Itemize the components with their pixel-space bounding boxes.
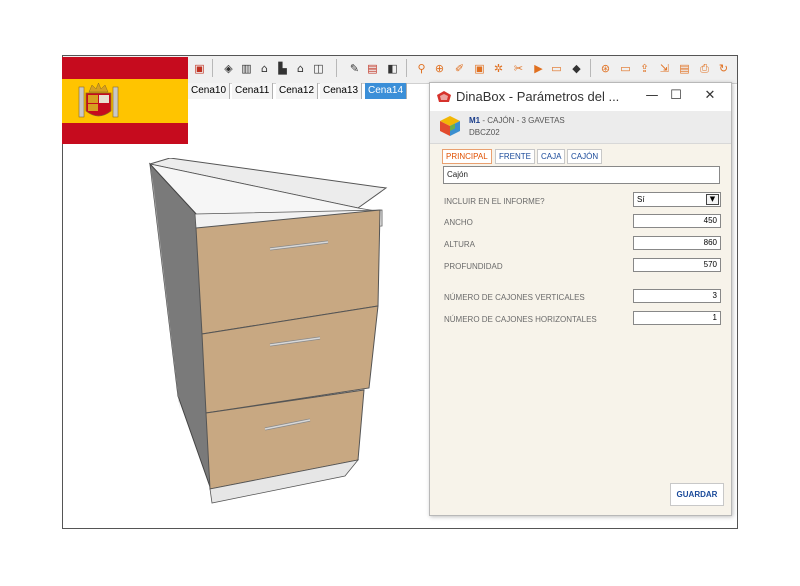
toolbar-separator xyxy=(406,59,407,77)
informe-value: Sí xyxy=(637,195,645,204)
gear-icon[interactable]: ✲ xyxy=(492,62,505,75)
informe-label: INCLUIR EN EL INFORME? xyxy=(444,197,545,206)
name-field[interactable]: Cajón xyxy=(443,166,720,184)
dialog-title: DinaBox - Parámetros del ... xyxy=(456,89,620,104)
module-code: M1 xyxy=(469,116,481,125)
ancho-input[interactable]: 450 xyxy=(633,214,721,228)
scene-tab-cena14[interactable]: Cena14 xyxy=(365,83,408,99)
toolbar-separator xyxy=(336,59,337,77)
dialog-body: PRINCIPAL FRENTE CAJA CAJÓN Cajón INCLUI… xyxy=(430,144,731,515)
save-button[interactable]: GUARDAR xyxy=(670,483,724,506)
upload-icon[interactable]: ⇪ xyxy=(638,62,651,75)
altura-input[interactable]: 860 xyxy=(633,236,721,250)
edit-icon[interactable]: ✐ xyxy=(453,62,466,75)
ancho-label: ANCHO xyxy=(444,218,473,227)
tab-frente[interactable]: FRENTE xyxy=(495,149,535,164)
informe-select[interactable]: Sí ▼ xyxy=(633,192,721,207)
house-icon[interactable]: ⌂ xyxy=(294,62,307,75)
refresh-icon[interactable]: ↻ xyxy=(717,62,730,75)
zoom-icon[interactable]: ⊕ xyxy=(433,62,446,75)
toolbar-separator xyxy=(590,59,591,77)
tab-principal[interactable]: PRINCIPAL xyxy=(442,149,492,164)
monitor-icon[interactable]: ▭ xyxy=(619,62,632,75)
toolbar-separator xyxy=(212,59,213,77)
dialog-titlebar[interactable]: DinaBox - Parámetros del ... — ☐ ✕ xyxy=(430,83,731,111)
settings-icon[interactable]: ▤ xyxy=(366,62,379,75)
sketchup-logo-icon xyxy=(437,91,451,102)
scene-tab-cena10[interactable]: Cena10 xyxy=(188,83,231,99)
select-icon[interactable]: ▣ xyxy=(473,62,486,75)
color-cube-icon[interactable]: ◆ xyxy=(570,62,583,75)
module-header: M1 - CAJÓN - 3 GAVETAS DBCZ02 xyxy=(430,111,731,144)
cajones-horizontales-input[interactable]: 1 xyxy=(633,311,721,325)
chevron-down-icon[interactable]: ▼ xyxy=(706,194,719,205)
module-sub: DBCZ02 xyxy=(469,128,500,137)
dinabox-dialog: DinaBox - Parámetros del ... — ☐ ✕ M1 - … xyxy=(429,82,732,516)
scene-tab-cena11[interactable]: Cena11 xyxy=(232,83,274,99)
dinabox-icon[interactable]: ✎ xyxy=(348,62,361,75)
tab-caja[interactable]: CAJA xyxy=(537,149,566,164)
color-cube-icon xyxy=(440,116,460,136)
home-icon[interactable]: ⌂ xyxy=(258,62,271,75)
cut-icon[interactable]: ✂ xyxy=(512,62,525,75)
print-icon[interactable]: ⎙ xyxy=(698,62,711,75)
altura-label: ALTURA xyxy=(444,240,475,249)
spain-flag-image xyxy=(62,57,188,144)
export-icon[interactable]: ⇲ xyxy=(658,62,671,75)
layers-icon[interactable]: ◫ xyxy=(312,62,325,75)
book-icon[interactable]: ▥ xyxy=(240,62,253,75)
module-description: - CAJÓN - 3 GAVETAS xyxy=(482,116,565,125)
scene-tab-cena12[interactable]: Cena12 xyxy=(276,83,319,99)
tab-cajon[interactable]: CAJÓN xyxy=(567,149,603,164)
document-icon[interactable]: ▤ xyxy=(678,62,691,75)
cajones-verticales-input[interactable]: 3 xyxy=(633,289,721,303)
badge-90-icon[interactable]: ⊛ xyxy=(599,62,612,75)
cajones-verticales-label: NÚMERO DE CAJONES VERTICALES xyxy=(444,293,585,302)
scene-tab-cena13[interactable]: Cena13 xyxy=(320,83,363,99)
cajones-horizontales-label: NÚMERO DE CAJONES HORIZONTALES xyxy=(444,315,597,324)
component-icon[interactable]: ▣ xyxy=(193,62,206,75)
minimize-button[interactable]: — xyxy=(641,85,663,107)
render-icon[interactable]: ◧ xyxy=(386,62,399,75)
window-icon[interactable]: ▭ xyxy=(550,62,563,75)
drawer-cabinet-model xyxy=(148,158,388,504)
cube-icon[interactable]: ◈ xyxy=(222,62,235,75)
profundidad-label: PROFUNDIDAD xyxy=(444,262,503,271)
profundidad-input[interactable]: 570 xyxy=(633,258,721,272)
play-icon[interactable]: ▶ xyxy=(532,62,545,75)
factory-icon[interactable]: ▙ xyxy=(276,62,289,75)
maximize-button[interactable]: ☐ xyxy=(665,85,687,107)
close-button[interactable]: ✕ xyxy=(699,85,721,107)
search-icon[interactable]: ⚲ xyxy=(415,62,428,75)
module-title: M1 - CAJÓN - 3 GAVETAS xyxy=(469,116,565,125)
